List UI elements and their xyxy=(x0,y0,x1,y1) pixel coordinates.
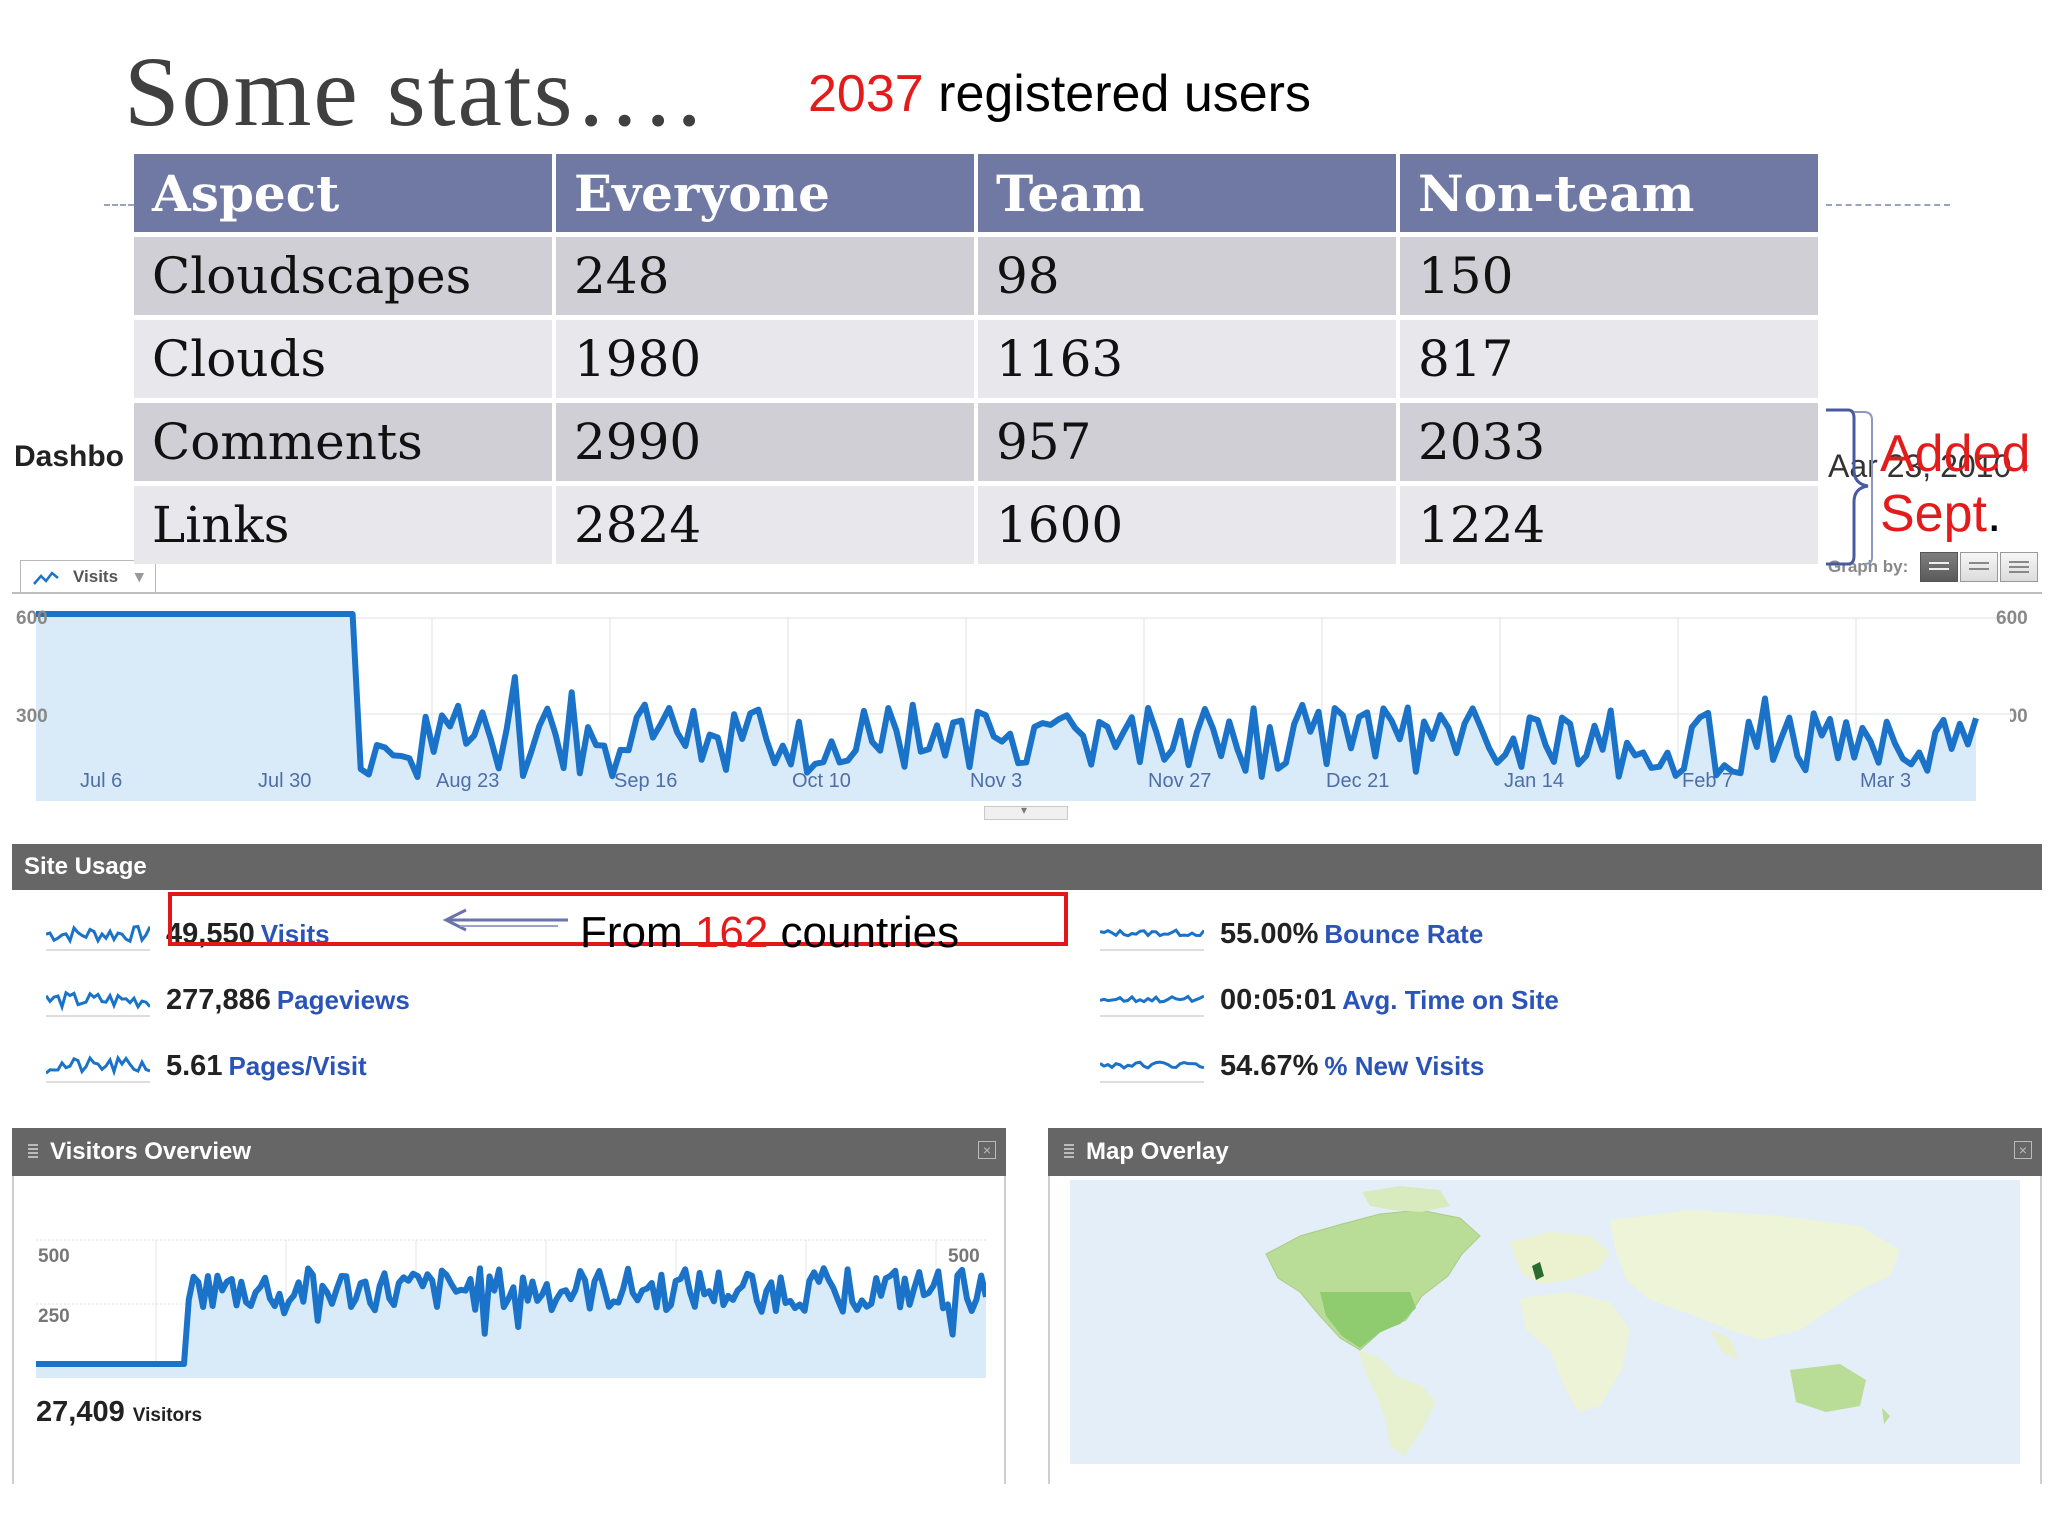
visitors-total: 27,409 Visitors xyxy=(36,1396,202,1429)
line-chart-icon xyxy=(33,571,59,585)
site-usage-header: Site Usage xyxy=(12,844,2042,890)
metric-pages-visit[interactable]: 5.61 Pages/Visit xyxy=(166,1050,367,1083)
grip-icon[interactable] xyxy=(1064,1144,1074,1160)
table-cell: 248 xyxy=(556,237,974,315)
added-note-line2: Sept. xyxy=(1880,485,2002,543)
x-axis-label: Feb 7 xyxy=(1682,770,1734,792)
table-view-icon[interactable] xyxy=(1960,552,1998,582)
sparkline-icon xyxy=(1100,1060,1204,1083)
y-axis-label-300: 300 xyxy=(16,706,48,727)
visitors-overview-header[interactable]: Visitors Overview × xyxy=(12,1128,1006,1176)
registered-users-text: 2037 registered users xyxy=(808,64,1311,124)
table-row: Links 2824 1600 1224 xyxy=(134,486,1818,564)
y-axis-label-600-right: 600 xyxy=(1996,608,2028,629)
x-axis-label: Sep 16 xyxy=(614,770,678,792)
list-view-icon[interactable] xyxy=(2000,552,2038,582)
table-cell: 1600 xyxy=(978,486,1396,564)
table-cell: Comments xyxy=(134,403,552,481)
table-cell: 817 xyxy=(1400,320,1818,398)
metric-avg-time-on-site[interactable]: 00:05:01 Avg. Time on Site xyxy=(1220,984,1559,1017)
map-overlay-header[interactable]: Map Overlay × xyxy=(1048,1128,2042,1176)
registered-users-count: 2037 xyxy=(808,65,924,123)
table-cell: 150 xyxy=(1400,237,1818,315)
visitors-overview-chart xyxy=(36,1239,986,1378)
table-cell: 1980 xyxy=(556,320,974,398)
dropdown-arrow-icon[interactable]: ▾ xyxy=(135,567,144,587)
sparkline-icon xyxy=(1100,994,1204,1017)
table-cell: Cloudscapes xyxy=(134,237,552,315)
header-non-team: Non-team xyxy=(1400,154,1818,232)
x-axis-label: Jul 6 xyxy=(80,770,123,792)
x-axis-label: Dec 21 xyxy=(1326,770,1390,792)
metric-new-visits[interactable]: 54.67%% New Visits xyxy=(1220,1050,1484,1083)
added-note-line1: Added xyxy=(1880,425,2031,483)
vo-y-label-500: 500 xyxy=(38,1246,70,1267)
map-overlay-title: Map Overlay xyxy=(1086,1138,1229,1165)
slide-title: Some stats…. xyxy=(124,36,704,147)
brace-icon xyxy=(1826,408,1873,566)
header-everyone: Everyone xyxy=(556,154,974,232)
vo-y-label-250: 250 xyxy=(38,1306,70,1327)
x-axis-label: Jul 30 xyxy=(258,770,312,792)
table-cell: 2824 xyxy=(556,486,974,564)
sparkline-icon xyxy=(46,990,150,1017)
table-row: Cloudscapes 248 98 150 xyxy=(134,237,1818,315)
table-cell: 957 xyxy=(978,403,1396,481)
x-axis-label: Oct 10 xyxy=(792,770,851,792)
stats-table-header-row: Aspect Everyone Team Non-team xyxy=(134,154,1818,232)
table-cell: Clouds xyxy=(134,320,552,398)
header-team: Team xyxy=(978,154,1396,232)
world-map[interactable] xyxy=(1070,1180,2020,1464)
calendar-view-icon[interactable] xyxy=(1920,552,1958,582)
table-cell: 1163 xyxy=(978,320,1396,398)
sparkline-icon xyxy=(46,924,150,951)
stats-table: Aspect Everyone Team Non-team Cloudscape… xyxy=(130,149,1822,569)
table-cell: 1224 xyxy=(1400,486,1818,564)
metric-bounce-rate[interactable]: 55.00% Bounce Rate xyxy=(1220,918,1483,951)
x-axis-label: Jan 14 xyxy=(1504,770,1565,792)
visitors-total-label: Visitors xyxy=(132,1405,203,1426)
countries-count: 162 xyxy=(694,908,769,957)
table-cell: 2990 xyxy=(556,403,974,481)
y-axis-label-600: 600 xyxy=(16,608,48,629)
grip-icon[interactable] xyxy=(28,1144,38,1160)
decorative-dashed-line-right xyxy=(1826,204,1950,206)
added-sept-note: Added Sept. xyxy=(1880,424,2030,544)
sparkline-icon xyxy=(46,1054,150,1083)
vo-y-label-500-right: 500 xyxy=(948,1246,980,1267)
x-axis-label: Mar 3 xyxy=(1860,770,1912,792)
metric-pageviews[interactable]: 277,886 Pageviews xyxy=(166,984,410,1017)
table-row: Comments 2990 957 2033 xyxy=(134,403,1818,481)
visitors-overview-title: Visitors Overview xyxy=(50,1138,251,1165)
chart-resize-handle[interactable]: ▾ xyxy=(984,803,1068,820)
table-cell: 98 xyxy=(978,237,1396,315)
table-cell: Links xyxy=(134,486,552,564)
x-axis-label: Nov 27 xyxy=(1148,770,1212,792)
x-axis-label: Aug 23 xyxy=(436,770,500,792)
left-arrow-icon xyxy=(442,908,568,932)
sparkline-icon xyxy=(1100,928,1204,951)
x-axis-label: Nov 3 xyxy=(970,770,1023,792)
visitors-total-value: 27,409 xyxy=(36,1396,125,1428)
visits-tab-label: Visits xyxy=(73,567,119,586)
close-icon[interactable]: × xyxy=(978,1141,996,1159)
countries-callout-text: From 162 countries xyxy=(580,908,960,957)
table-row: Clouds 1980 1163 817 xyxy=(134,320,1818,398)
header-aspect: Aspect xyxy=(134,154,552,232)
table-cell: 2033 xyxy=(1400,403,1818,481)
close-icon[interactable]: × xyxy=(2014,1141,2032,1159)
dashboard-title: Dashbo xyxy=(14,440,125,473)
registered-users-label: registered users xyxy=(923,65,1311,123)
